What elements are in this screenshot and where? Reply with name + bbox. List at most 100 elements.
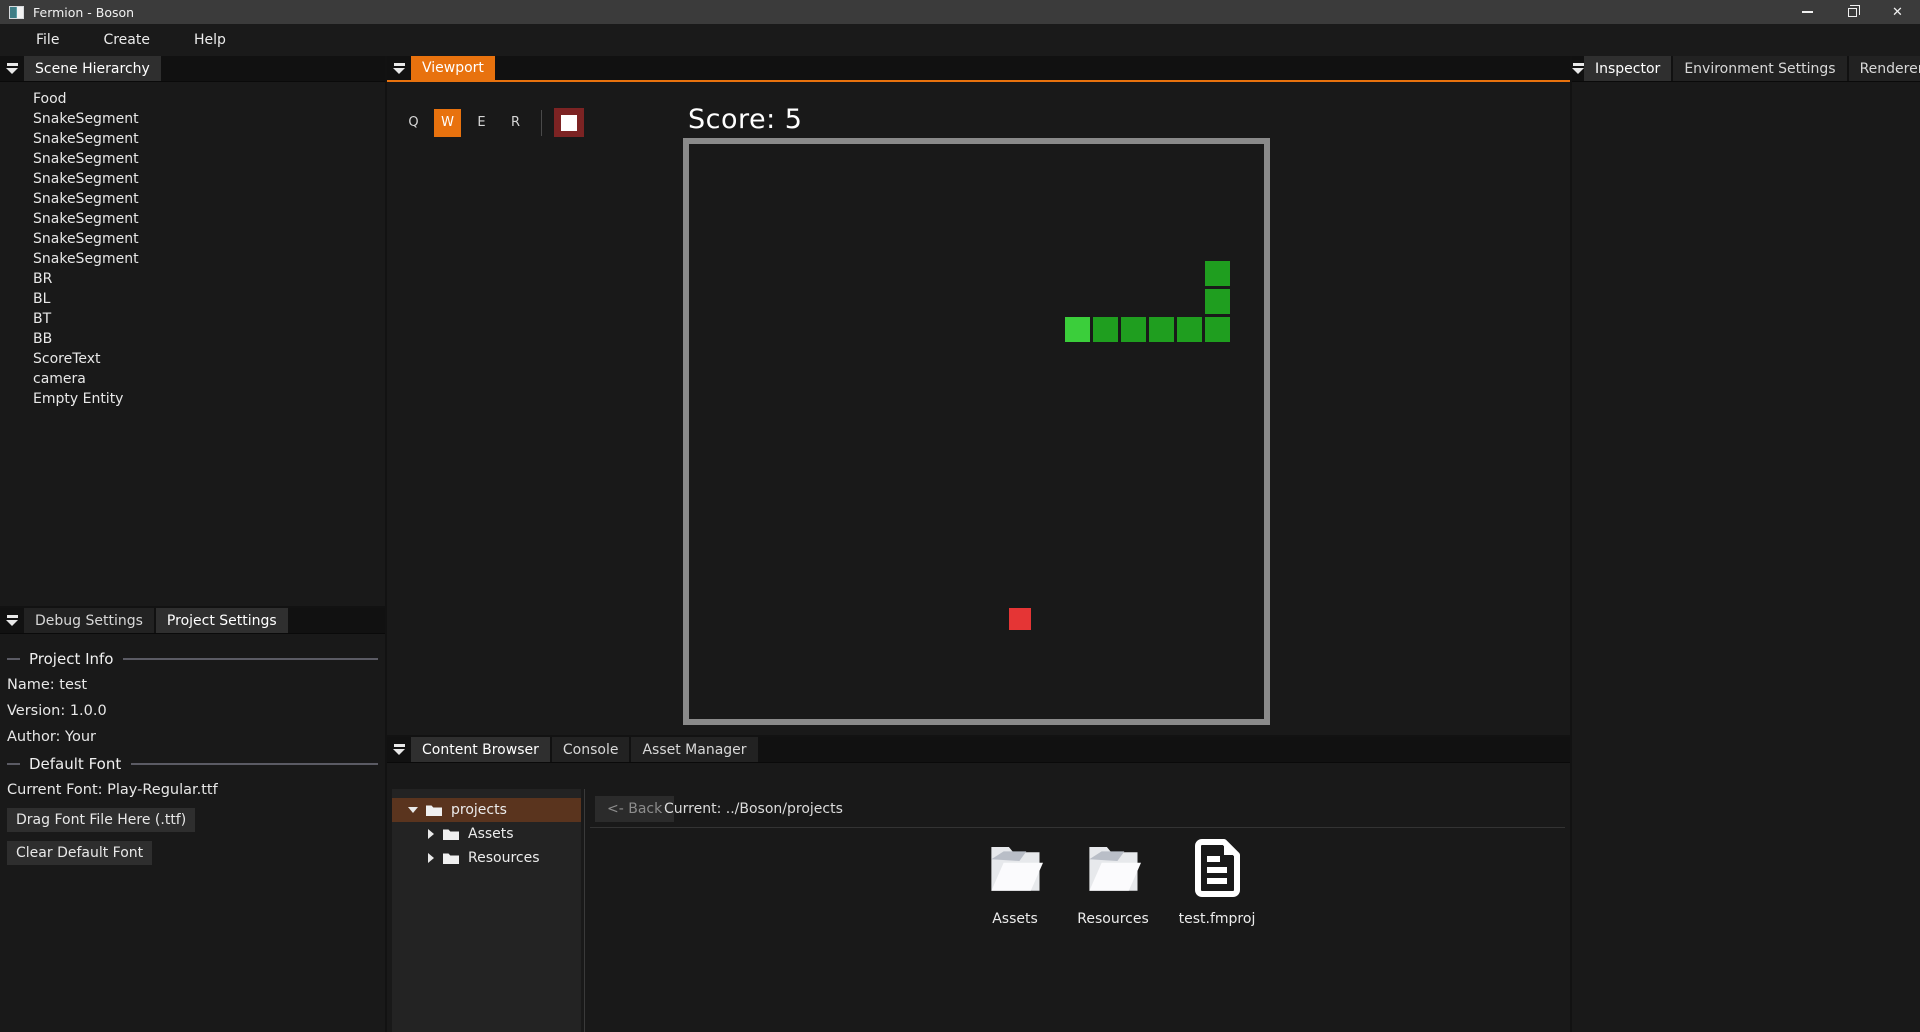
tab-inspector[interactable]: Inspector xyxy=(1584,56,1671,81)
viewport-toolbar: Q W E R xyxy=(400,108,584,137)
snake-segment xyxy=(1205,289,1230,314)
snake-segment xyxy=(1093,317,1118,342)
viewport-panel: Viewport Q W E R Score: 5 xyxy=(387,56,1570,735)
snake-segment xyxy=(1149,317,1174,342)
scene-item[interactable]: SnakeSegment xyxy=(0,189,385,209)
drag-font-button[interactable]: Drag Font File Here (.ttf) xyxy=(7,808,195,832)
viewport-content[interactable]: Q W E R Score: 5 xyxy=(387,82,1570,733)
scene-hierarchy-list: FoodSnakeSegmentSnakeSegmentSnakeSegment… xyxy=(0,82,385,409)
scene-item[interactable]: ScoreText xyxy=(0,349,385,369)
clear-font-button[interactable]: Clear Default Font xyxy=(7,841,152,865)
tool-button-e[interactable]: E xyxy=(468,109,495,137)
scene-item[interactable]: SnakeSegment xyxy=(0,129,385,149)
stop-button[interactable] xyxy=(554,108,584,137)
tab-asset-manager[interactable]: Asset Manager xyxy=(631,737,757,762)
snake-head xyxy=(1065,317,1090,342)
scene-item[interactable]: BR xyxy=(0,269,385,289)
restore-button[interactable] xyxy=(1830,0,1875,24)
scene-item[interactable]: BT xyxy=(0,309,385,329)
score-text: Score: 5 xyxy=(688,104,802,135)
tab-content-browser[interactable]: Content Browser xyxy=(411,737,550,762)
scene-item[interactable]: SnakeSegment xyxy=(0,109,385,129)
tool-button-r[interactable]: R xyxy=(502,109,529,137)
scene-item[interactable]: Food xyxy=(0,89,385,109)
window-controls: ✕ xyxy=(1785,0,1920,24)
collapse-icon[interactable] xyxy=(1572,56,1584,81)
collapse-icon[interactable] xyxy=(387,56,411,80)
project-version: Version: 1.0.0 xyxy=(7,703,378,719)
folder-icon xyxy=(443,828,459,840)
collapsed-arrow-icon[interactable] xyxy=(428,829,434,839)
scene-item[interactable]: SnakeSegment xyxy=(0,209,385,229)
file-icon xyxy=(1187,837,1247,899)
collapse-icon[interactable] xyxy=(0,608,24,633)
app-window: Fermion - Boson ✕ File Create Help Scene… xyxy=(0,0,1920,1032)
scene-hierarchy-tabbar: Scene Hierarchy xyxy=(0,56,385,82)
scene-item[interactable]: SnakeSegment xyxy=(0,229,385,249)
tab-console[interactable]: Console xyxy=(552,737,630,762)
tree-item-assets[interactable]: Assets xyxy=(392,822,581,846)
expand-arrow-icon[interactable] xyxy=(408,807,418,813)
close-icon: ✕ xyxy=(1892,6,1903,19)
settings-panel: Debug Settings Project Settings Project … xyxy=(0,608,385,1032)
tab-scene-hierarchy[interactable]: Scene Hierarchy xyxy=(24,56,161,81)
current-font-label: Current Font: Play-Regular.ttf xyxy=(7,782,378,798)
browser-item-test-fmproj[interactable]: test.fmproj xyxy=(1169,837,1265,927)
collapsed-arrow-icon[interactable] xyxy=(428,853,434,863)
tool-button-q[interactable]: Q xyxy=(400,109,427,137)
game-area[interactable] xyxy=(683,138,1270,725)
tab-viewport[interactable]: Viewport xyxy=(411,56,495,80)
tab-debug-settings[interactable]: Debug Settings xyxy=(24,608,154,633)
tree-divider xyxy=(584,789,585,1032)
tree-item-resources[interactable]: Resources xyxy=(392,846,581,870)
snake-segment xyxy=(1205,317,1230,342)
collapse-icon[interactable] xyxy=(0,56,24,81)
back-button[interactable]: <- Back xyxy=(595,796,674,822)
inspector-tabbar: Inspector Environment Settings Renderer … xyxy=(1572,56,1920,82)
scene-item[interactable]: SnakeSegment xyxy=(0,249,385,269)
content-browser-panel: Content Browser Console Asset Manager pr… xyxy=(387,737,1570,1032)
snake-segment xyxy=(1121,317,1146,342)
folder-icon xyxy=(443,852,459,864)
project-info-header: Project Info xyxy=(7,650,378,668)
collapse-icon[interactable] xyxy=(387,737,411,762)
scene-hierarchy-panel: Scene Hierarchy FoodSnakeSegmentSnakeSeg… xyxy=(0,56,385,606)
settings-tabbar: Debug Settings Project Settings xyxy=(0,608,385,634)
folder-icon xyxy=(426,804,442,816)
folder-icon xyxy=(985,837,1045,899)
menu-help[interactable]: Help xyxy=(180,25,240,55)
window-title: Fermion - Boson xyxy=(33,5,134,20)
app-icon xyxy=(9,6,24,19)
minimize-button[interactable] xyxy=(1785,0,1830,24)
close-button[interactable]: ✕ xyxy=(1875,0,1920,24)
browser-item-resources[interactable]: Resources xyxy=(1065,837,1161,927)
scene-item[interactable]: BL xyxy=(0,289,385,309)
scene-item[interactable]: BB xyxy=(0,329,385,349)
content-browser-content: projects Assets Resources <- Back Curren… xyxy=(387,763,1570,1031)
snake-segment xyxy=(1205,261,1230,286)
scene-item[interactable]: Empty Entity xyxy=(0,389,385,409)
menu-create[interactable]: Create xyxy=(89,25,164,55)
menu-file[interactable]: File xyxy=(22,25,73,55)
current-path-label: Current: ../Boson/projects xyxy=(664,801,843,817)
project-author: Author: Your xyxy=(7,729,378,745)
browser-divider xyxy=(590,827,1565,828)
browser-item-assets[interactable]: Assets xyxy=(967,837,1063,927)
stop-icon xyxy=(561,115,577,131)
restore-icon xyxy=(1848,8,1857,17)
tab-renderer-info[interactable]: Renderer Info xyxy=(1849,56,1920,81)
scene-item[interactable]: camera xyxy=(0,369,385,389)
minimize-icon xyxy=(1802,11,1813,13)
tool-button-w[interactable]: W xyxy=(434,109,461,137)
titlebar: Fermion - Boson ✕ xyxy=(0,0,1920,24)
tab-environment-settings[interactable]: Environment Settings xyxy=(1673,56,1846,81)
tab-project-settings[interactable]: Project Settings xyxy=(156,608,288,633)
menubar: File Create Help xyxy=(0,24,1920,56)
inspector-panel: Inspector Environment Settings Renderer … xyxy=(1572,56,1920,1032)
project-name: Name: test xyxy=(7,677,378,693)
tree-item-projects[interactable]: projects xyxy=(392,798,581,822)
folder-tree: projects Assets Resources xyxy=(392,789,581,1032)
scene-item[interactable]: SnakeSegment xyxy=(0,169,385,189)
viewport-tabbar: Viewport xyxy=(387,56,1570,82)
scene-item[interactable]: SnakeSegment xyxy=(0,149,385,169)
